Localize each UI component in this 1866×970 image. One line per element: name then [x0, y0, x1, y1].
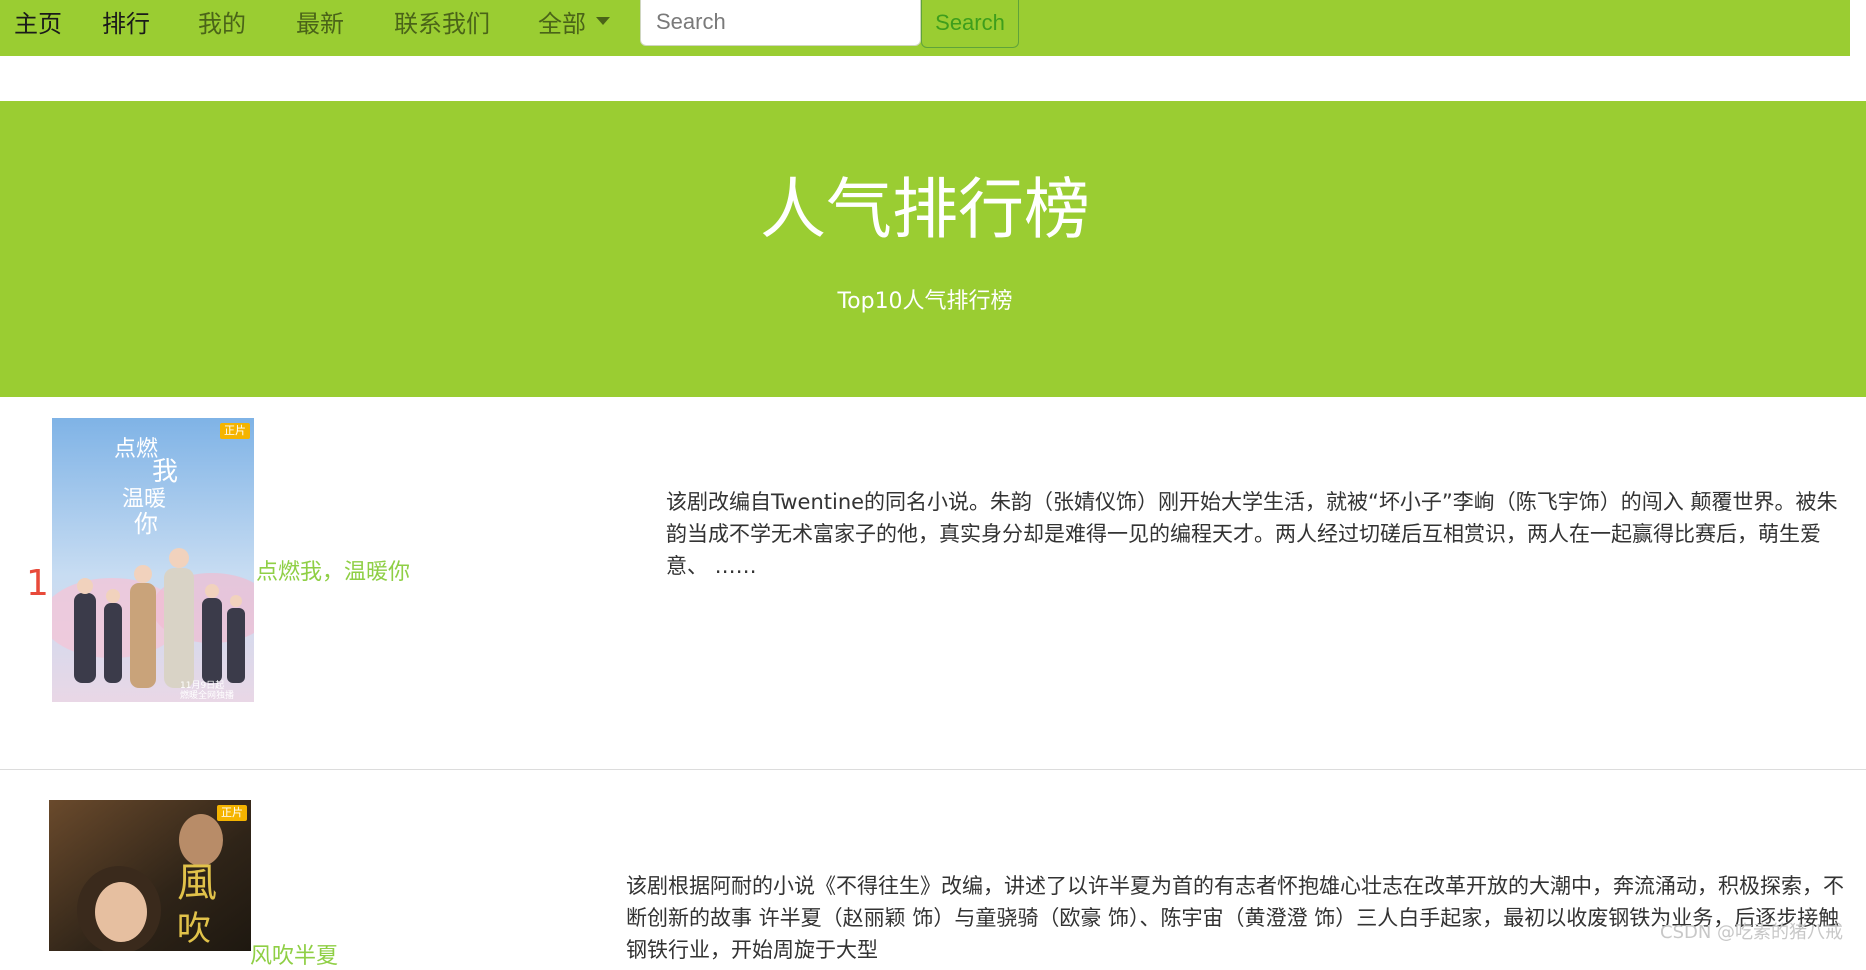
- hero-banner: 人气排行榜 Top10人气排行榜: [0, 101, 1866, 397]
- nav-ranking[interactable]: 排行: [102, 0, 150, 48]
- svg-text:吹: 吹: [177, 909, 211, 949]
- svg-text:你: 你: [134, 510, 158, 538]
- movie-title-link[interactable]: 风吹半夏: [250, 938, 338, 970]
- page-subtitle: Top10人气排行榜: [837, 289, 1013, 314]
- nav-contact[interactable]: 联系我们: [394, 0, 490, 48]
- svg-text:燃暖全网独播: 燃暖全网独播: [180, 689, 234, 701]
- rank-number: 1: [26, 563, 49, 604]
- search-button[interactable]: Search: [921, 0, 1019, 48]
- divider: [0, 769, 1866, 770]
- nav-home[interactable]: 主页: [14, 0, 62, 48]
- svg-text:11月9日起: 11月9日起: [180, 680, 224, 691]
- svg-text:風: 風: [177, 860, 217, 906]
- poster-image[interactable]: 点燃 我 温暖 你 11月9日起 燃暖全网独播 正片: [52, 418, 254, 702]
- search-input[interactable]: [640, 0, 921, 46]
- watermark: CSDN @吃素的猪八戒: [1660, 922, 1844, 943]
- nav-all-dropdown[interactable]: 全部: [538, 0, 610, 48]
- caret-down-icon: [596, 17, 610, 25]
- status-badge: 正片: [220, 423, 250, 439]
- nav-all-label: 全部: [538, 10, 586, 38]
- svg-text:温暖: 温暖: [122, 487, 166, 512]
- movie-description: 该剧改编自Twentine的同名小说。朱韵（张婧仪饰）刚开始大学生活，就被“坏小…: [666, 490, 1838, 578]
- top-navbar: 主页 排行 我的 最新 联系我们 全部 Search: [0, 0, 1850, 56]
- svg-text:我: 我: [152, 457, 178, 487]
- status-badge: 正片: [217, 805, 247, 821]
- movie-title-link[interactable]: 点燃我，温暖你: [256, 554, 410, 586]
- nav-mine[interactable]: 我的: [198, 0, 246, 48]
- page-title: 人气排行榜: [760, 171, 1090, 248]
- nav-latest[interactable]: 最新: [296, 0, 344, 48]
- poster-image[interactable]: 風 吹 正片: [49, 800, 251, 951]
